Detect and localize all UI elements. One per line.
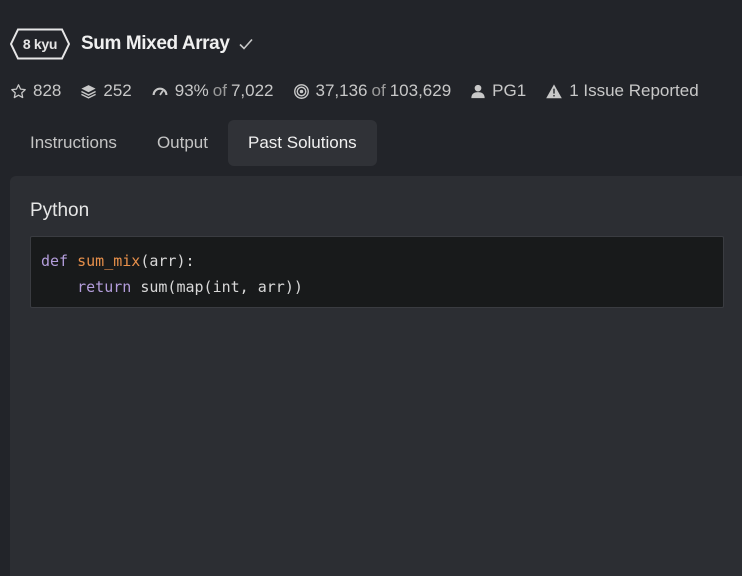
rank-badge[interactable]: 8 kyu xyxy=(10,28,70,60)
kata-tabs: Instructions Output Past Solutions xyxy=(10,120,377,166)
code-function-name: sum_mix xyxy=(77,252,141,270)
tab-instructions[interactable]: Instructions xyxy=(10,120,137,166)
stars-count: 828 xyxy=(33,81,62,100)
satisfaction-rating: 93% xyxy=(174,81,209,100)
rank-label: 8 kyu xyxy=(22,36,58,52)
completions-stat: 37,136 of 103,629 xyxy=(293,81,452,101)
satisfaction-votes: 7,022 xyxy=(230,81,274,100)
gauge-icon xyxy=(152,87,168,96)
solution-code-block[interactable]: def sum_mix(arr): return sum(map(int, ar… xyxy=(30,236,724,308)
satisfaction-stat: 93% of 7,022 xyxy=(151,81,274,101)
layers-icon xyxy=(81,84,97,99)
star-icon xyxy=(11,83,26,98)
issues-stat[interactable]: 1 Issue Reported xyxy=(545,81,699,101)
collections-count: 252 xyxy=(103,81,132,100)
code-params: (arr): xyxy=(140,252,195,270)
kata-stats: 828 252 93% of 7,022 37,136 of 103,629 P… xyxy=(10,78,718,104)
user-icon xyxy=(471,84,485,98)
code-keyword-return: return xyxy=(77,278,132,296)
attempts-count: 103,629 xyxy=(389,81,452,100)
stars-stat[interactable]: 828 xyxy=(10,81,61,101)
code-keyword-def: def xyxy=(41,252,69,270)
kata-title[interactable]: Sum Mixed Array xyxy=(81,33,230,55)
author-stat[interactable]: PG1 xyxy=(470,81,526,101)
code-body: sum(map(int, arr)) xyxy=(131,278,303,296)
author-name: PG1 xyxy=(492,81,527,100)
solutions-panel: Python def sum_mix(arr): return sum(map(… xyxy=(10,176,742,576)
target-icon xyxy=(293,83,309,99)
satisfaction-of: of xyxy=(212,81,227,100)
completed-of: of xyxy=(371,81,386,100)
completed-count: 37,136 xyxy=(315,81,368,100)
completed-check-icon xyxy=(238,38,253,50)
tab-past-solutions[interactable]: Past Solutions xyxy=(227,120,377,166)
warning-icon xyxy=(546,83,562,98)
issues-text: 1 Issue Reported xyxy=(569,81,699,100)
tab-output[interactable]: Output xyxy=(137,120,228,166)
solution-language: Python xyxy=(30,200,90,221)
collections-stat[interactable]: 252 xyxy=(80,81,132,101)
kata-header: 8 kyu Sum Mixed Array xyxy=(10,28,254,60)
